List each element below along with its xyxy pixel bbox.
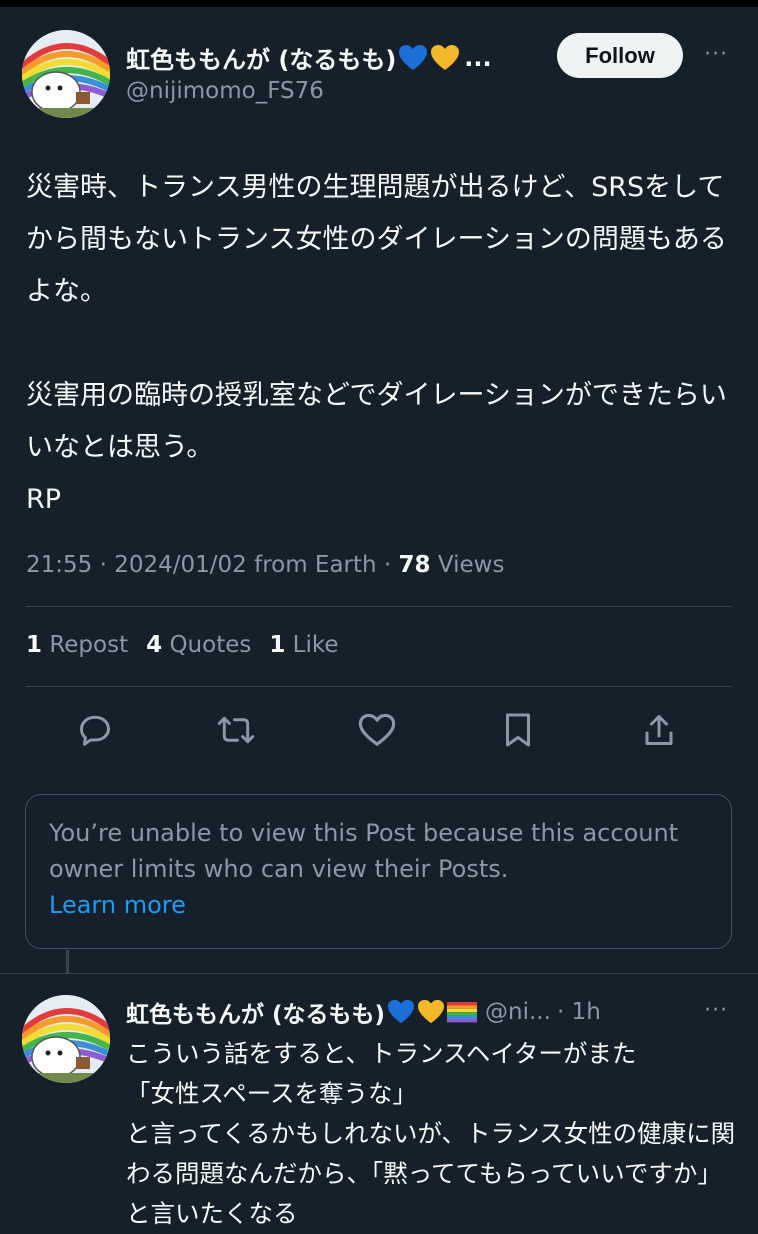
divider [26, 686, 732, 687]
thread-connector-line [66, 950, 69, 974]
more-options-icon[interactable]: ··· [704, 42, 728, 67]
like-icon [358, 713, 396, 746]
repost-icon [217, 716, 255, 744]
reply-button[interactable] [75, 708, 115, 752]
author-handle[interactable]: @nijimomo_FS76 [126, 78, 324, 104]
likes-count: 1 [269, 632, 286, 658]
reply-body: こういう話をすると、トランスヘイターがまた 「女性スペースを奪うな」 と言ってく… [126, 1039, 736, 1228]
top-edge-bar [0, 0, 758, 7]
reply-author-avatar[interactable] [22, 995, 110, 1083]
tweet-body: 災害時、トランス男性の生理問題が出るけど、SRSをしてから間もないトランス女性の… [26, 172, 727, 515]
reply-author-row: 虹色ももんが (なるもも) @ni... · 1h [126, 995, 601, 1029]
reposts-count: 1 [26, 632, 43, 658]
bookmark-icon [506, 713, 530, 747]
share-button[interactable] [639, 708, 679, 752]
avatar-image [22, 995, 110, 1083]
name-truncation: ... [464, 43, 492, 72]
quotes-label: Quotes [169, 632, 252, 658]
reply-author-handle[interactable]: @ni... [485, 999, 551, 1025]
share-icon [645, 715, 673, 745]
reply-more-options-icon[interactable]: ··· [704, 998, 728, 1023]
author-avatar[interactable] [22, 30, 110, 118]
engagement-stats: 1 Repost 4 Quotes 1 Like [26, 632, 339, 658]
quotes-stat[interactable]: 4 Quotes [146, 632, 251, 658]
follow-button[interactable]: Follow [557, 33, 683, 78]
yellow-heart-icon [431, 44, 460, 70]
like-button[interactable] [357, 708, 397, 752]
tweet-timestamp-source[interactable]: 21:55 · 2024/01/02 from Earth · [26, 552, 399, 578]
tweet-meta: 21:55 · 2024/01/02 from Earth · 78 Views [26, 552, 504, 578]
avatar-image [22, 30, 110, 118]
reply-timestamp[interactable]: · 1h [557, 999, 601, 1025]
yellow-heart-icon [418, 999, 445, 1024]
reposts-stat[interactable]: 1 Repost [26, 632, 128, 658]
restricted-notice-text: You’re unable to view this Post because … [49, 819, 679, 883]
repost-button[interactable] [216, 708, 256, 752]
author-name-row: 虹色ももんが (なるもも) ... [126, 40, 492, 75]
likes-stat[interactable]: 1 Like [269, 632, 338, 658]
blue-heart-icon [399, 44, 428, 70]
views-count: 78 [398, 552, 431, 578]
views-label: Views [430, 552, 505, 578]
action-bar [0, 708, 758, 756]
reply-author-name[interactable]: 虹色ももんが (なるもも) [126, 995, 385, 1029]
reposts-label: Repost [49, 632, 129, 658]
author-display-name[interactable]: 虹色ももんが (なるもも) [126, 40, 396, 75]
learn-more-link[interactable]: Learn more [49, 887, 709, 923]
likes-label: Like [292, 632, 339, 658]
reply-icon [80, 715, 110, 746]
divider [26, 606, 732, 607]
bookmark-button[interactable] [498, 708, 538, 752]
divider [0, 973, 758, 974]
restricted-post-notice: You’re unable to view this Post because … [25, 794, 732, 949]
quotes-count: 4 [146, 632, 163, 658]
blue-heart-icon [388, 999, 415, 1024]
rainbow-flag-icon [447, 1002, 478, 1023]
